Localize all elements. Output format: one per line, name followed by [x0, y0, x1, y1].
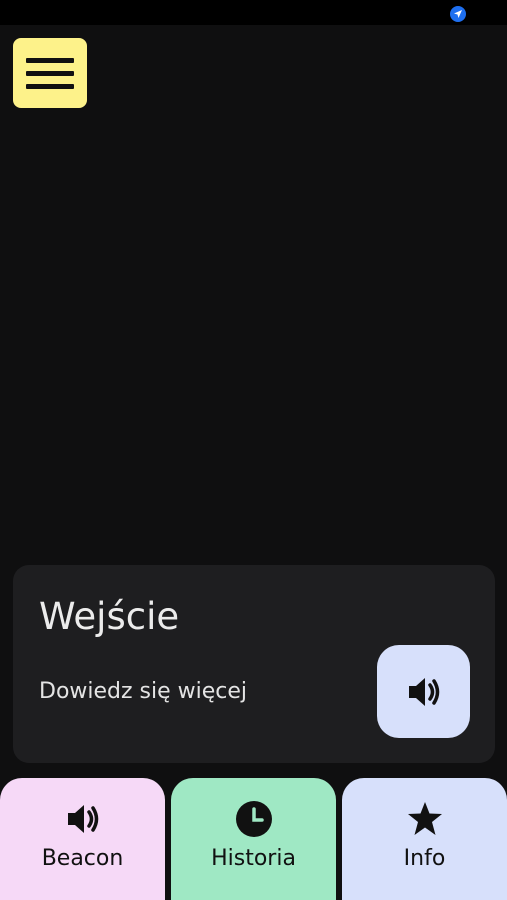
speak-button[interactable] [377, 645, 470, 738]
location-card: Wejście Dowiedz się więcej [13, 565, 495, 763]
status-bar [0, 0, 507, 25]
bottom-navigation: Beacon Historia Info [0, 778, 507, 900]
menu-button[interactable] [13, 38, 87, 108]
tab-label: Historia [211, 846, 296, 871]
learn-more-link[interactable]: Dowiedz się więcej [39, 679, 247, 704]
speaker-icon [408, 677, 439, 706]
speaker-icon [0, 800, 165, 838]
location-arrow-icon [450, 6, 466, 22]
tab-beacon[interactable]: Beacon [0, 778, 165, 900]
tab-historia[interactable]: Historia [171, 778, 336, 900]
card-title: Wejście [39, 595, 180, 638]
hamburger-menu-icon [26, 58, 74, 89]
tab-label: Info [403, 846, 446, 871]
clock-icon [171, 800, 336, 838]
tab-label: Beacon [41, 846, 124, 871]
star-icon [342, 800, 507, 838]
tab-info[interactable]: Info [342, 778, 507, 900]
